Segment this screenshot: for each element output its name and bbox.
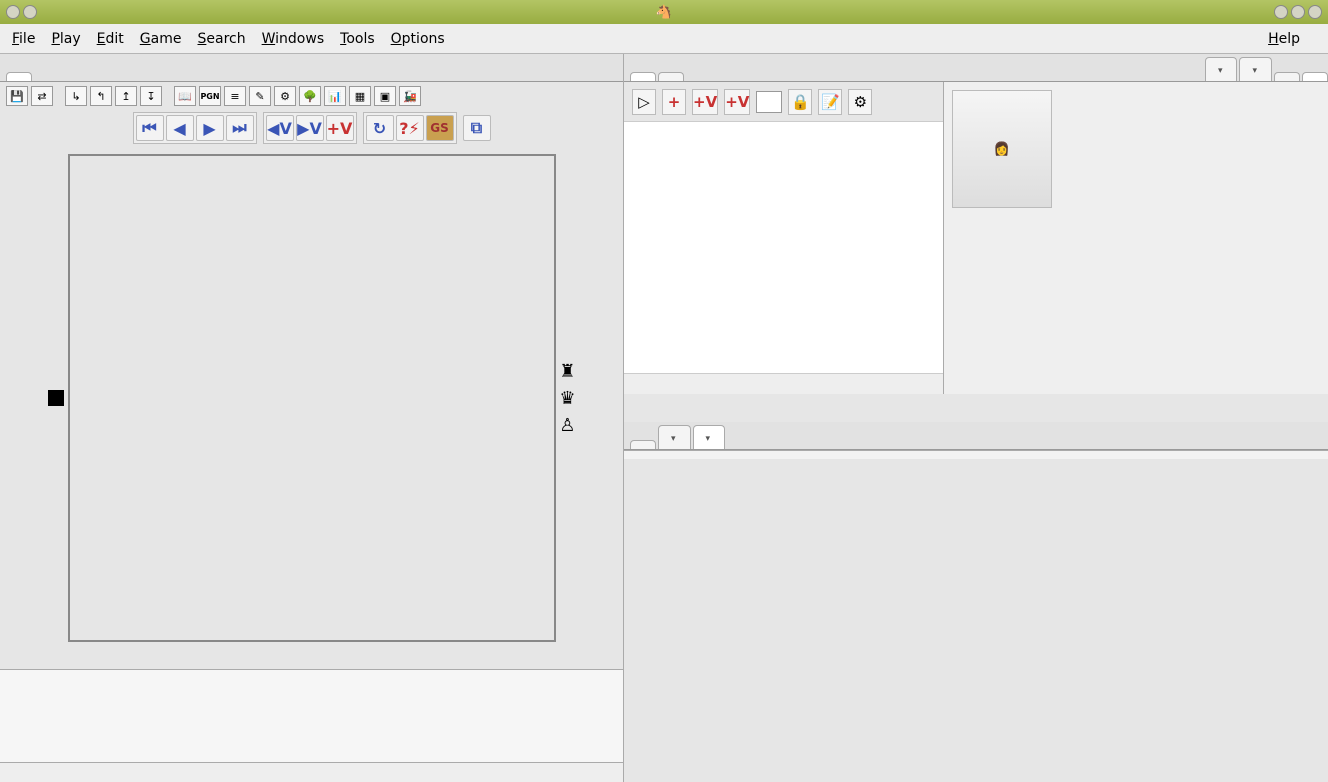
tab-engine[interactable] — [630, 72, 656, 81]
maximize-button[interactable] — [1291, 5, 1305, 19]
engine-addvar2-icon[interactable]: +V — [724, 89, 750, 115]
nav-last[interactable]: ⏭ — [226, 115, 254, 141]
gs-icon[interactable]: GS — [426, 115, 454, 141]
menu-edit[interactable]: Edit — [97, 31, 124, 47]
pgn-icon[interactable]: PGN — [199, 86, 221, 106]
nav-prev[interactable]: ◀ — [166, 115, 194, 141]
toolbar-main: 💾 ⇄ ↳ ↰ ↥ ↧ 📖 PGN ≡ ✎ ⚙ 🌳 📊 ▦ ▣ 🚂 — [0, 82, 623, 110]
book-icon[interactable]: 📖 — [174, 86, 196, 106]
player-info-panel: 👩 — [944, 82, 1328, 394]
menu-file[interactable]: File — [12, 31, 35, 47]
tab-player-info[interactable] — [1302, 72, 1328, 81]
engine-status — [624, 374, 943, 394]
copy-icon[interactable]: ⧉ — [463, 115, 491, 141]
menu-windows[interactable]: Windows — [262, 31, 325, 47]
tab-tree[interactable]: ▾ — [1239, 57, 1272, 81]
tab-best-games[interactable] — [1274, 72, 1300, 81]
tab-pgn[interactable]: ▾ — [1205, 57, 1238, 81]
table-icon[interactable]: ▦ — [349, 86, 371, 106]
engine-output[interactable] — [624, 122, 943, 374]
side-to-move-indicator — [48, 390, 64, 406]
engine-icon[interactable]: ⚙ — [274, 86, 296, 106]
engine-go-icon[interactable]: ?⚡ — [396, 115, 424, 141]
var-enter-icon[interactable]: ↳ — [65, 86, 87, 106]
menu-help[interactable]: Help — [1268, 31, 1300, 47]
graph-icon[interactable]: 📊 — [324, 86, 346, 106]
engine-note-icon[interactable]: 📝 — [818, 89, 842, 115]
close-button[interactable] — [1308, 5, 1322, 19]
tab-comment-editor[interactable] — [658, 72, 684, 81]
window-titlebar: 🐴 — [0, 0, 1328, 24]
nav-first[interactable]: ⏮ — [136, 115, 164, 141]
sysmenu-icon[interactable] — [6, 5, 20, 19]
engine-toolbar: ▷ + +V +V 🔒 📝 ⚙ — [624, 82, 943, 122]
save-icon[interactable]: 💾 — [6, 86, 28, 106]
nav-var-add[interactable]: +V — [326, 115, 354, 141]
engine-addvar-icon[interactable]: +V — [692, 89, 718, 115]
var-promote-icon[interactable]: ↥ — [115, 86, 137, 106]
status-bar — [0, 762, 623, 782]
tab-board[interactable] — [6, 72, 32, 81]
tree-icon[interactable]: 🌳 — [299, 86, 321, 106]
menu-game[interactable]: Game — [140, 31, 182, 47]
engine-config-icon[interactable]: ⚙ — [848, 89, 872, 115]
switch-icon[interactable]: ⇄ — [31, 86, 53, 106]
engine-play-icon[interactable]: ▷ — [632, 89, 656, 115]
tab-crosstable[interactable]: ▾ — [658, 425, 691, 449]
sticky-icon[interactable] — [23, 5, 37, 19]
game-info-panel — [0, 669, 623, 762]
stats-icon[interactable]: 🚂 — [399, 86, 421, 106]
nav-next[interactable]: ▶ — [196, 115, 224, 141]
menu-search[interactable]: Search — [198, 31, 246, 47]
tablebase-icon[interactable]: ▣ — [374, 86, 396, 106]
chess-board[interactable] — [68, 154, 556, 642]
var-exit-icon[interactable]: ↰ — [90, 86, 112, 106]
nav-var-next[interactable]: ▶V — [296, 115, 324, 141]
captured-pieces: ♜♛♙ — [556, 361, 580, 436]
engine-multipv-input[interactable] — [756, 91, 782, 113]
nav-var-prev[interactable]: ◀V — [266, 115, 294, 141]
gamelist-icon[interactable]: ≡ — [224, 86, 246, 106]
minimize-button[interactable] — [1274, 5, 1288, 19]
tab-score-graph[interactable]: ▾ — [693, 425, 726, 449]
var-delete-icon[interactable]: ↧ — [140, 86, 162, 106]
autoplay-icon[interactable]: ↻ — [366, 115, 394, 141]
tab-game-list[interactable] — [630, 440, 656, 449]
menu-options[interactable]: Options — [391, 31, 445, 47]
engine-lock-icon[interactable]: 🔒 — [788, 89, 812, 115]
nav-toolbar: ⏮ ◀ ▶ ⏭ ◀V ▶V +V ↻ ?⚡ GS ⧉ — [0, 110, 623, 150]
menu-tools[interactable]: Tools — [340, 31, 375, 47]
engine-plus-icon[interactable]: + — [662, 89, 686, 115]
menu-play[interactable]: Play — [51, 31, 80, 47]
score-chart[interactable] — [628, 463, 1318, 778]
cross-icon[interactable]: ✎ — [249, 86, 271, 106]
menubar: File Play Edit Game Search Windows Tools… — [0, 24, 1328, 54]
player-photo: 👩 — [952, 90, 1052, 208]
